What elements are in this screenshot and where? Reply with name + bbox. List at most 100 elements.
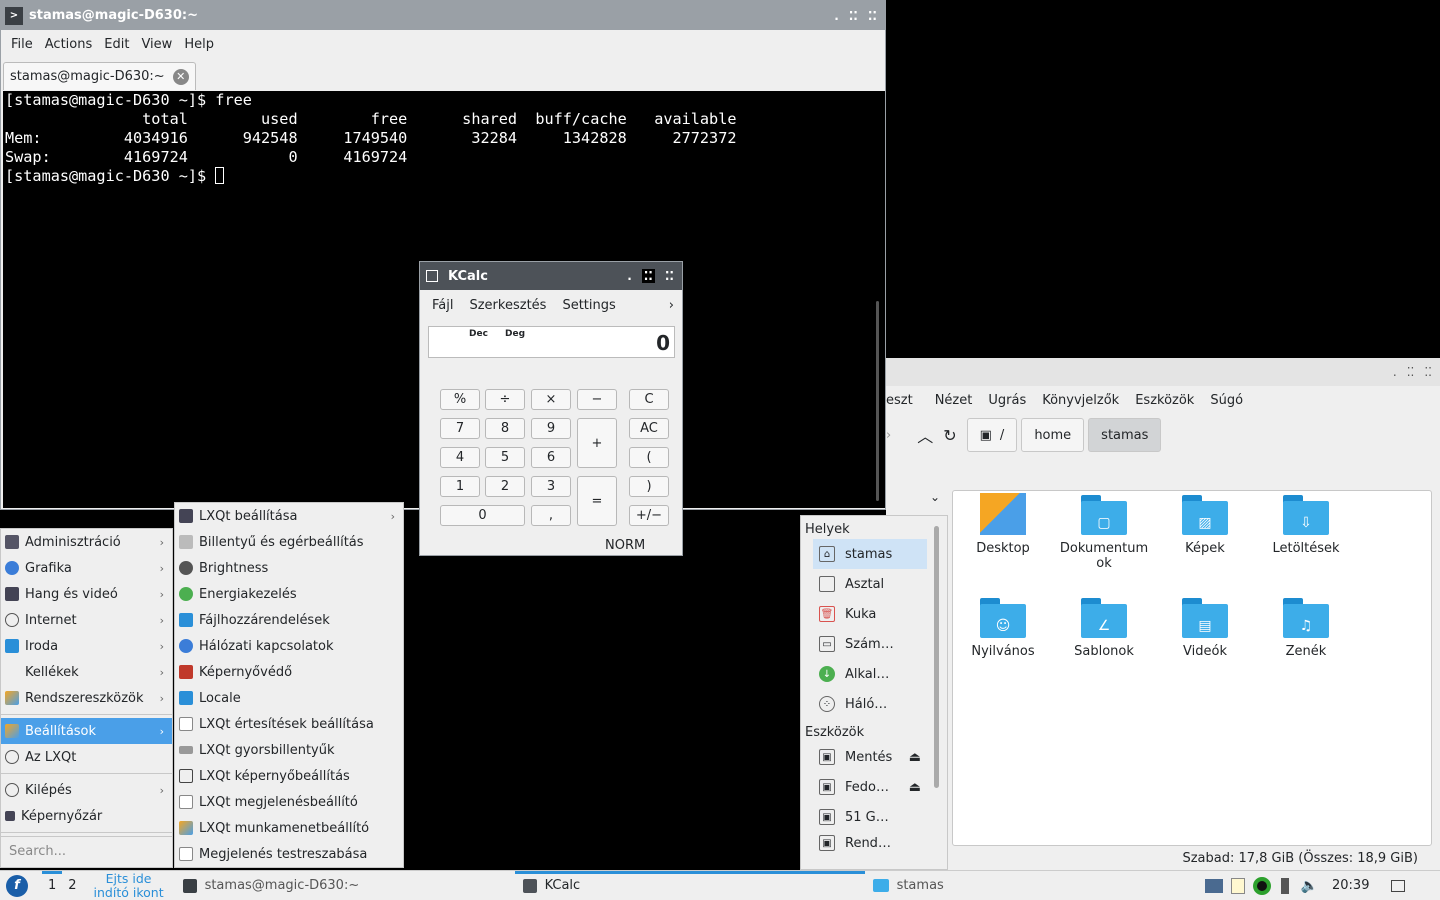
menu-cat-accessories[interactable]: Kellékek › <box>1 659 172 685</box>
terminal-titlebar[interactable]: > stamas@magic-D630:~ . ⁚⁚ ⁚⁚ <box>1 1 885 30</box>
place-applications[interactable]: ↓ Alkal… <box>801 659 947 689</box>
menu-cat-system[interactable]: Rendszereszközök › <box>1 685 172 711</box>
key-multiply[interactable]: × <box>531 389 571 410</box>
device-fedora[interactable]: ▣ Fedo… ⏏ <box>801 772 947 802</box>
submenu-keyboard-mouse[interactable]: Billentyű és egérbeállítás <box>175 529 403 555</box>
place-computer[interactable]: ▭ Szám… <box>801 629 947 659</box>
crumb-root[interactable]: ▣ / <box>966 418 1018 452</box>
key-divide[interactable]: ÷ <box>485 389 525 410</box>
key-percent[interactable]: % <box>440 389 480 410</box>
file-item-videos[interactable]: ▤ Videók <box>1157 596 1253 659</box>
menu-cat-settings[interactable]: Beállítások › <box>1 718 172 744</box>
key-subtract[interactable]: − <box>577 389 617 410</box>
key-7[interactable]: 7 <box>440 418 480 439</box>
file-item-desktop[interactable]: Desktop <box>955 493 1051 556</box>
menu-file[interactable]: File <box>5 37 39 52</box>
menu-cat-graphics[interactable]: Grafika › <box>1 555 172 581</box>
submenu-brightness[interactable]: Brightness <box>175 555 403 581</box>
key-0[interactable]: 0 <box>440 505 525 526</box>
file-item-pictures[interactable]: ▨ Képek <box>1157 493 1253 556</box>
eject-icon[interactable]: ⏏ <box>909 750 921 765</box>
file-view[interactable]: Desktop ▢ Dokumentum ok ▨ Képek ⇩ Letölt… <box>952 490 1432 846</box>
file-item-public[interactable]: ☺ Nyilvános <box>955 596 1051 659</box>
submenu-lxqt-settings[interactable]: LXQt beállítása › <box>175 503 403 529</box>
key-1[interactable]: 1 <box>440 476 480 497</box>
forward-icon[interactable]: › <box>886 428 891 443</box>
key-6[interactable]: 6 <box>531 447 571 468</box>
menu-about-lxqt[interactable]: Az LXQt <box>1 744 172 770</box>
clock[interactable]: 20:39 <box>1332 878 1369 893</box>
fm-close-button[interactable]: ⁚⁚ <box>1424 365 1432 379</box>
maximize-button[interactable]: ⁚⁚ <box>849 9 858 23</box>
key-equals[interactable]: = <box>577 476 617 526</box>
kcalc-maximize-button[interactable]: ⁚⁚ <box>641 269 655 283</box>
media-tray-icon[interactable] <box>1252 876 1271 895</box>
submenu-notifications[interactable]: LXQt értesítések beállítása <box>175 711 403 737</box>
key-left-paren[interactable]: ( <box>629 447 669 468</box>
file-item-music[interactable]: ♫ Zenék <box>1258 596 1354 659</box>
fm-menu-edit[interactable]: eszt <box>886 393 919 408</box>
chevron-right-icon[interactable]: › <box>661 298 682 313</box>
menu-cat-internet[interactable]: Internet › <box>1 607 172 633</box>
file-item-downloads[interactable]: ⇩ Letöltések <box>1258 493 1354 556</box>
kcalc-menu-file[interactable]: Fájl <box>424 298 461 313</box>
crumb-stamas[interactable]: stamas <box>1088 418 1162 452</box>
kcalc-close-button[interactable]: ⁚⁚ <box>665 269 674 283</box>
fm-menu-help[interactable]: Súgó <box>1200 393 1249 408</box>
submenu-shortcuts[interactable]: LXQt gyorsbillentyűk <box>175 737 403 763</box>
kcalc-menu-settings[interactable]: Settings <box>554 298 623 313</box>
menu-edit[interactable]: Edit <box>98 37 135 52</box>
task-terminal[interactable]: stamas@magic-D630:~ <box>175 871 515 900</box>
submenu-network[interactable]: Hálózati kapcsolatok <box>175 633 403 659</box>
clipboard-tray-icon[interactable] <box>1230 877 1245 894</box>
crumb-home[interactable]: home <box>1021 418 1085 452</box>
place-desktop[interactable]: Asztal <box>801 569 947 599</box>
fm-titlebar[interactable]: . ⁚⁚ ⁚⁚ <box>886 358 1440 386</box>
desktop-2-button[interactable]: 2 <box>62 871 82 900</box>
show-desktop-icon[interactable] <box>1391 879 1406 892</box>
place-trash[interactable]: 🗑 Kuka <box>801 599 947 629</box>
volume-icon[interactable]: 🔈 <box>1301 878 1318 894</box>
fm-menu-view[interactable]: Nézet <box>919 393 979 408</box>
key-5[interactable]: 5 <box>485 447 525 468</box>
key-3[interactable]: 3 <box>531 476 571 497</box>
place-stamas[interactable]: ⌂ stamas <box>813 539 927 569</box>
menu-cat-multimedia[interactable]: Hang és videó › <box>1 581 172 607</box>
chevron-down-icon[interactable]: ⌄ <box>930 490 940 504</box>
minimize-button[interactable]: . <box>834 9 839 23</box>
menu-actions[interactable]: Actions <box>39 37 99 52</box>
key-decimal[interactable]: , <box>531 505 571 526</box>
menu-search-input[interactable]: Search... <box>1 836 172 866</box>
device-rend[interactable]: ▣ Rend… <box>801 832 947 854</box>
menu-view[interactable]: View <box>135 37 178 52</box>
key-2[interactable]: 2 <box>485 476 525 497</box>
key-8[interactable]: 8 <box>485 418 525 439</box>
file-item-documents[interactable]: ▢ Dokumentum ok <box>1056 493 1152 571</box>
key-9[interactable]: 9 <box>531 418 571 439</box>
terminal-scrollbar[interactable] <box>876 301 879 501</box>
menu-cat-admin[interactable]: Adminisztráció › <box>1 529 172 555</box>
submenu-appearance[interactable]: LXQt megjelenésbeállító <box>175 789 403 815</box>
fm-menu-bookmarks[interactable]: Könyvjelzők <box>1032 393 1125 408</box>
device-backup[interactable]: ▣ Mentés ⏏ <box>801 742 947 772</box>
submenu-screensaver[interactable]: Képernyővédő <box>175 659 403 685</box>
menu-help[interactable]: Help <box>178 37 220 52</box>
usb-tray-icon[interactable] <box>1280 877 1289 894</box>
fm-menu-tools[interactable]: Eszközök <box>1125 393 1200 408</box>
key-clear[interactable]: C <box>629 389 669 410</box>
tab-close-icon[interactable]: ✕ <box>172 68 189 85</box>
fm-maximize-button[interactable]: ⁚⁚ <box>1407 365 1415 379</box>
key-plus-minus[interactable]: +/− <box>629 505 669 526</box>
eject-icon[interactable]: ⏏ <box>909 780 921 795</box>
kcalc-titlebar[interactable]: KCalc . ⁚⁚ ⁚⁚ <box>420 262 682 290</box>
submenu-locale[interactable]: Locale <box>175 685 403 711</box>
start-menu-button[interactable]: f <box>6 874 28 897</box>
device-51g[interactable]: ▣ 51 G… <box>801 802 947 832</box>
desktop-1-button[interactable]: 1 <box>42 870 63 900</box>
kcalc-minimize-button[interactable]: . <box>627 269 632 283</box>
submenu-monitor[interactable]: LXQt képernyőbeállítás <box>175 763 403 789</box>
places-scrollbar[interactable] <box>934 526 939 788</box>
close-button[interactable]: ⁚⁚ <box>868 9 877 23</box>
reload-icon[interactable]: ↻ <box>943 426 956 445</box>
task-kcalc[interactable]: KCalc <box>514 870 865 900</box>
